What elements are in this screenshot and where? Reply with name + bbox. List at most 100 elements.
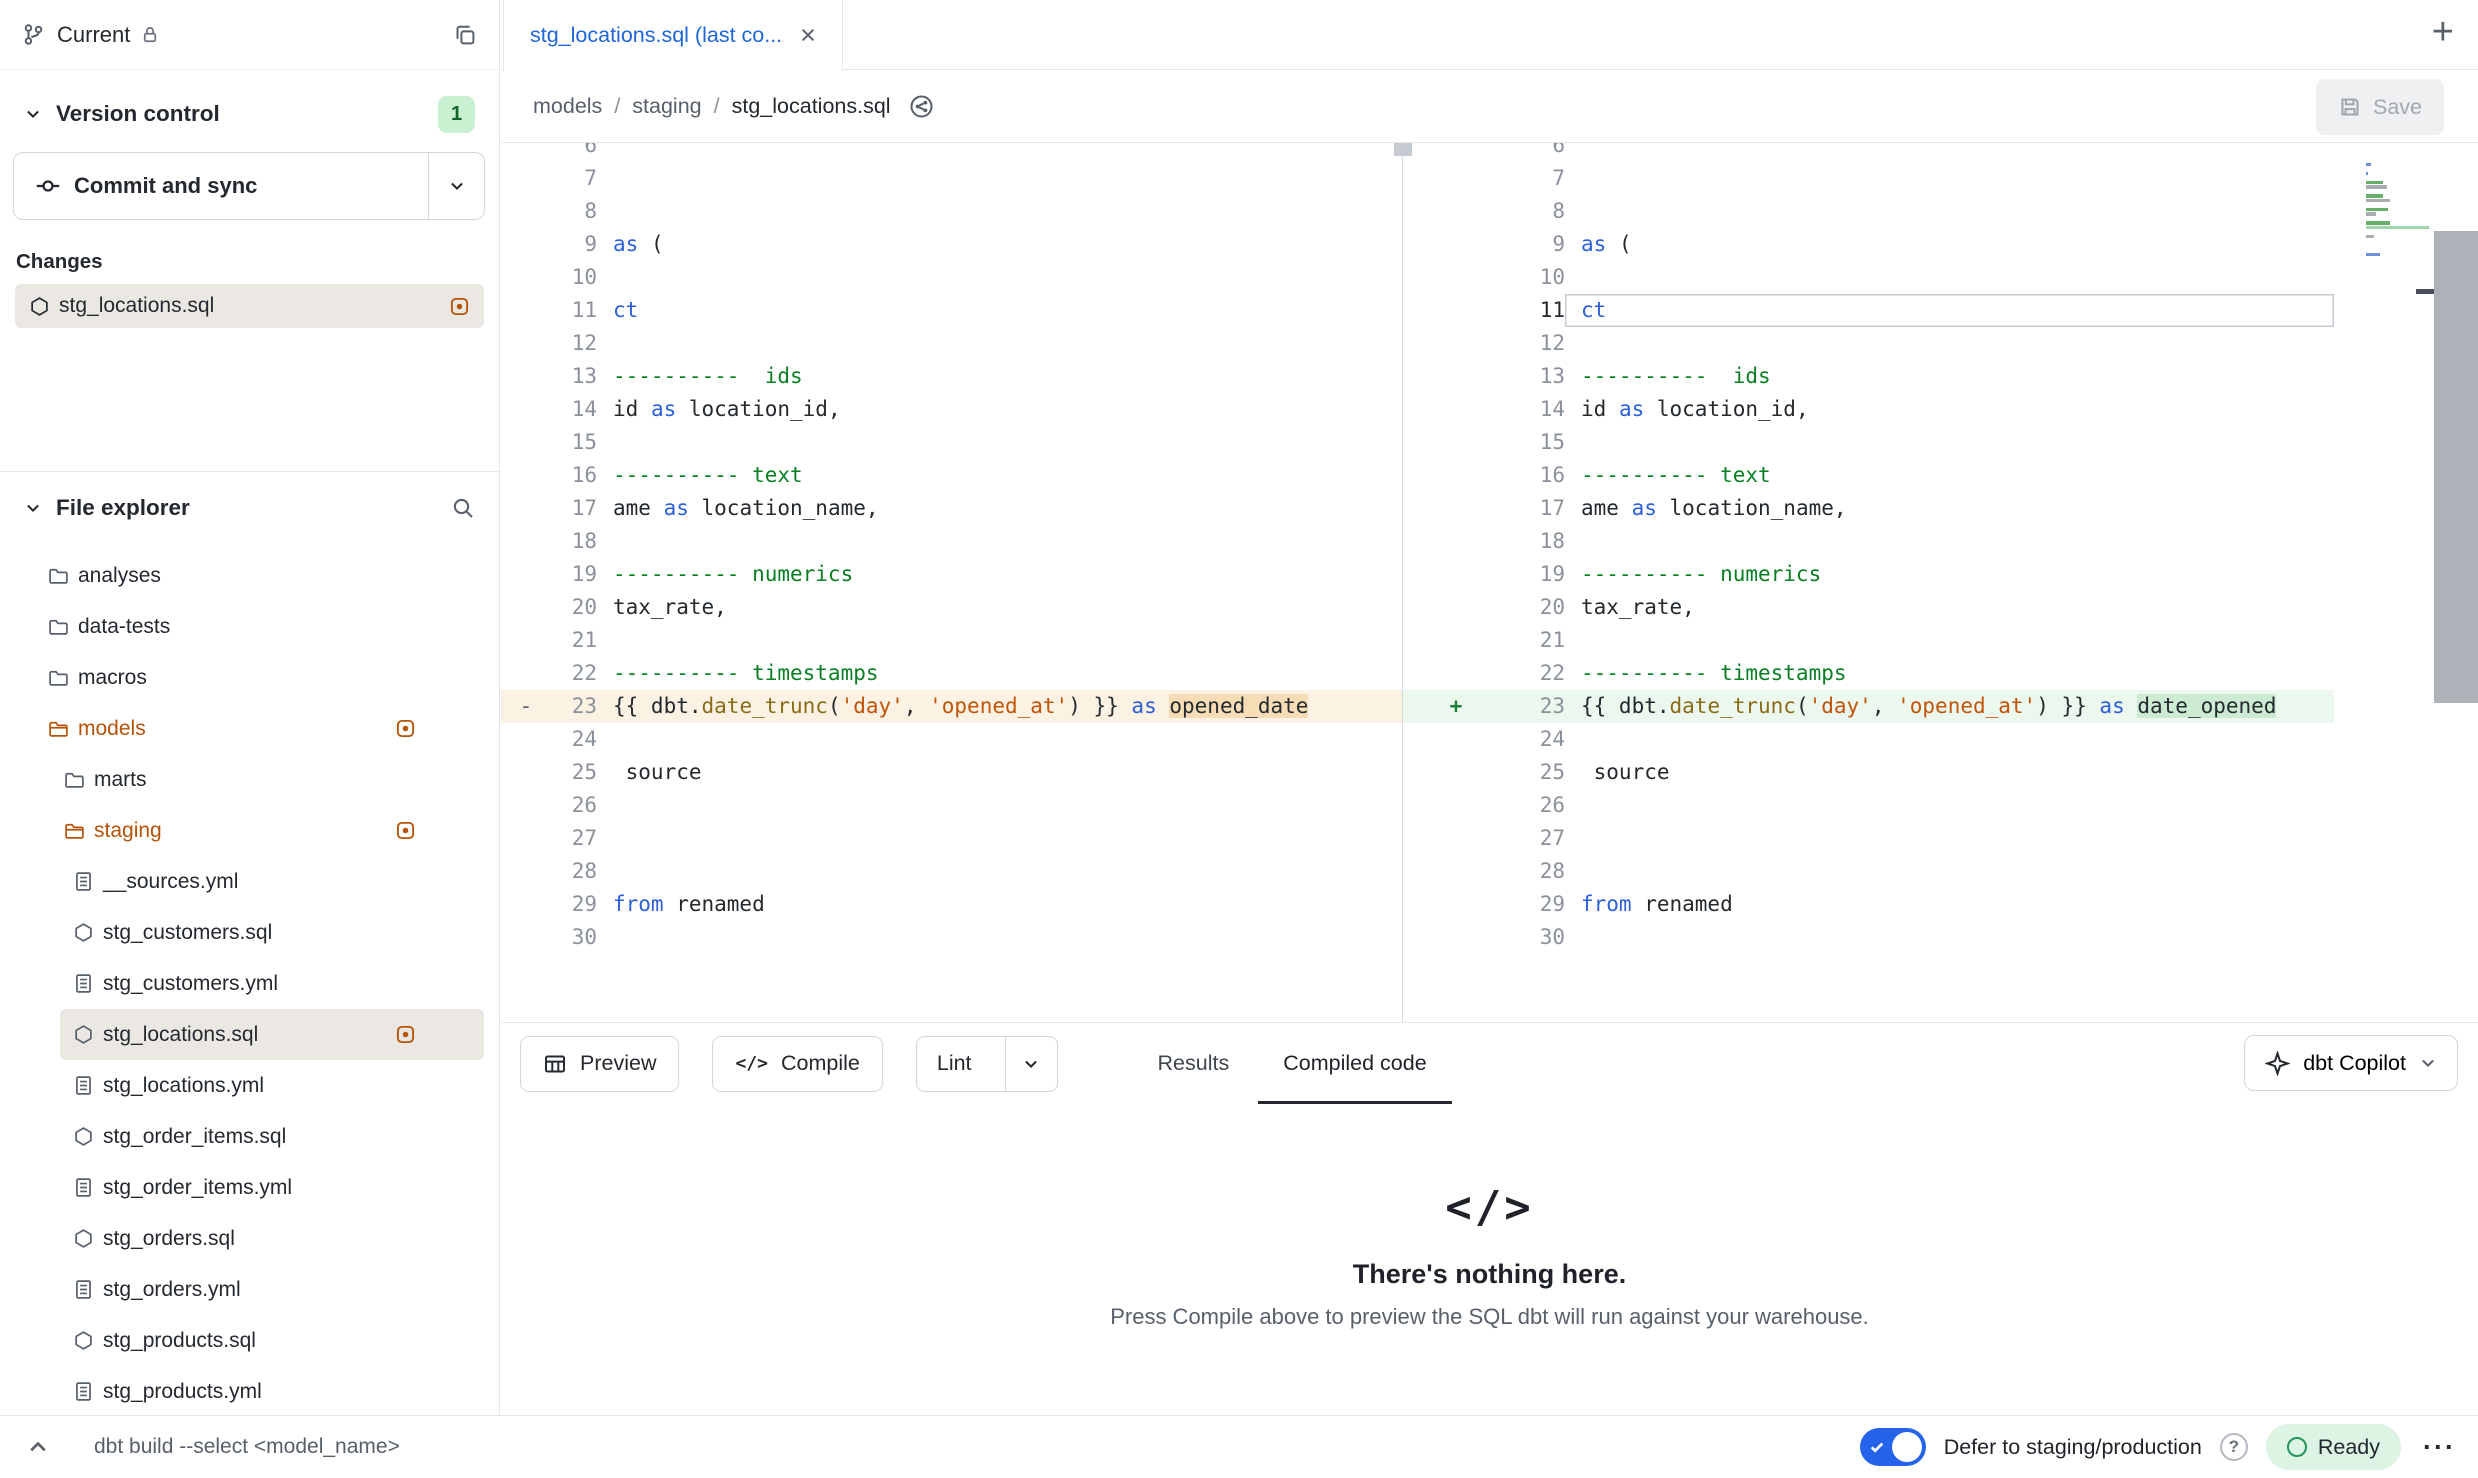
file-explorer-header[interactable]: File explorer [0, 480, 499, 536]
code-line[interactable]: 22---------- timestamps [1403, 657, 2334, 690]
save-button[interactable]: Save [2316, 79, 2444, 135]
code-line[interactable]: 27 [1403, 822, 2334, 855]
code-line[interactable]: 26 [501, 789, 1402, 822]
lint-button[interactable]: Lint [917, 1037, 992, 1091]
code-line[interactable]: 19---------- numerics [1403, 558, 2334, 591]
breadcrumb-item-models[interactable]: models [533, 94, 602, 119]
code-line[interactable]: 10 [1403, 261, 2334, 294]
code-line[interactable]: 10 [501, 261, 1402, 294]
file-explorer-item-analyses[interactable]: analyses [0, 550, 484, 601]
code-line[interactable]: 6 [1403, 143, 2334, 162]
help-icon[interactable]: ? [2220, 1433, 2248, 1461]
preview-button[interactable]: Preview [520, 1036, 679, 1092]
close-icon[interactable]: × [800, 22, 816, 49]
status-badge[interactable]: Ready [2266, 1424, 2401, 1470]
line-number: 14 [545, 393, 597, 426]
code-line[interactable]: 26 [1403, 789, 2334, 822]
tab-results[interactable]: Results [1131, 1023, 1257, 1104]
defer-toggle[interactable] [1860, 1428, 1926, 1466]
file-explorer-item-sources-yml[interactable]: __sources.yml [0, 856, 484, 907]
code-line[interactable]: 24 [501, 723, 1402, 756]
lint-options-dropdown[interactable] [1005, 1037, 1057, 1091]
code-line[interactable]: 17ame as location_name, [1403, 492, 2334, 525]
code-line[interactable]: 18 [501, 525, 1402, 558]
code-line[interactable]: 8 [1403, 195, 2334, 228]
search-icon[interactable] [451, 496, 475, 520]
file-explorer-item-stg-order-items-sql[interactable]: stg_order_items.sql [0, 1111, 484, 1162]
code-line[interactable]: 21 [501, 624, 1402, 657]
chevron-up-icon[interactable] [26, 1435, 50, 1459]
code-line[interactable]: 30 [501, 921, 1402, 954]
code-line[interactable]: 27 [501, 822, 1402, 855]
code-line[interactable]: 6 [501, 143, 1402, 162]
code-line[interactable]: 19---------- numerics [501, 558, 1402, 591]
code-line[interactable]: 14id as location_id, [501, 393, 1402, 426]
code-line[interactable]: 25 source [1403, 756, 2334, 789]
code-line[interactable]: 17ame as location_name, [501, 492, 1402, 525]
code-line[interactable]: 29from renamed [501, 888, 1402, 921]
code-line[interactable]: 7 [501, 162, 1402, 195]
minimap[interactable] [2366, 149, 2430, 262]
code-line[interactable]: 7 [1403, 162, 2334, 195]
file-explorer-item-stg-customers-sql[interactable]: stg_customers.sql [0, 907, 484, 958]
code-line[interactable]: 15 [1403, 426, 2334, 459]
code-line[interactable]: 11ct [501, 294, 1402, 327]
copy-branch-icon[interactable] [453, 23, 477, 47]
code-line[interactable]: 13---------- ids [501, 360, 1402, 393]
file-explorer-item-models[interactable]: models [0, 703, 484, 754]
line-number: 29 [1475, 888, 1565, 921]
code-line[interactable]: 28 [501, 855, 1402, 888]
file-explorer-item-stg-orders-yml[interactable]: stg_orders.yml [0, 1264, 484, 1315]
code-line[interactable]: 14id as location_id, [1403, 393, 2334, 426]
changed-file-item[interactable]: stg_locations.sql [15, 284, 484, 328]
code-line[interactable]: 12 [501, 327, 1402, 360]
breadcrumb-item-stg-locations-sql[interactable]: stg_locations.sql [732, 94, 891, 119]
file-explorer-item-stg-products-sql[interactable]: stg_products.sql [0, 1315, 484, 1366]
code-line[interactable]: 21 [1403, 624, 2334, 657]
file-explorer-item-staging[interactable]: staging [0, 805, 484, 856]
file-explorer-item-marts[interactable]: marts [0, 754, 484, 805]
file-explorer-item-stg-products-yml[interactable]: stg_products.yml [0, 1366, 484, 1415]
code-line[interactable]: 15 [501, 426, 1402, 459]
commit-and-sync-main[interactable]: Commit and sync [14, 153, 428, 219]
editor-scrollbar[interactable] [2434, 231, 2478, 703]
code-line[interactable]: 29from renamed [1403, 888, 2334, 921]
code-line[interactable]: 20tax_rate, [1403, 591, 2334, 624]
file-explorer-item-stg-orders-sql[interactable]: stg_orders.sql [0, 1213, 484, 1264]
code-line[interactable]: 13---------- ids [1403, 360, 2334, 393]
code-line[interactable]: 20tax_rate, [501, 591, 1402, 624]
code-line[interactable]: 30 [1403, 921, 2334, 954]
code-line[interactable]: 12 [1403, 327, 2334, 360]
code-line[interactable]: -23{{ dbt.date_trunc('day', 'opened_at')… [501, 690, 1402, 723]
version-control-header[interactable]: Version control 1 [0, 88, 499, 140]
code-line[interactable]: 28 [1403, 855, 2334, 888]
lineage-icon[interactable] [909, 94, 934, 119]
code-line[interactable]: 25 source [501, 756, 1402, 789]
file-explorer-item-stg-locations-sql[interactable]: stg_locations.sql [60, 1009, 484, 1060]
tab-compiled-code[interactable]: Compiled code [1256, 1023, 1453, 1104]
code-line[interactable]: 16---------- text [501, 459, 1402, 492]
code-line[interactable]: 24 [1403, 723, 2334, 756]
overflow-menu-icon[interactable]: ··· [2423, 1432, 2456, 1463]
file-explorer-item-stg-order-items-yml[interactable]: stg_order_items.yml [0, 1162, 484, 1213]
dbt-copilot-button[interactable]: dbt Copilot [2244, 1035, 2458, 1091]
code-line[interactable]: 11ct [1403, 294, 2334, 327]
code-line[interactable]: 9as ( [1403, 228, 2334, 261]
compile-button[interactable]: </> Compile [712, 1036, 882, 1092]
file-explorer-item-stg-locations-yml[interactable]: stg_locations.yml [0, 1060, 484, 1111]
split-sash-handle[interactable] [1394, 143, 1412, 156]
editor-tab[interactable]: stg_locations.sql (last co... × [503, 0, 843, 71]
code-line[interactable]: 18 [1403, 525, 2334, 558]
code-line[interactable]: 8 [501, 195, 1402, 228]
file-explorer-item-data-tests[interactable]: data-tests [0, 601, 484, 652]
code-line[interactable]: +23{{ dbt.date_trunc('day', 'opened_at')… [1403, 690, 2334, 723]
file-explorer-item-stg-customers-yml[interactable]: stg_customers.yml [0, 958, 484, 1009]
code-line[interactable]: 16---------- text [1403, 459, 2334, 492]
code-line[interactable]: 22---------- timestamps [501, 657, 1402, 690]
new-tab-button[interactable]: + [2432, 8, 2454, 57]
file-explorer-item-macros[interactable]: macros [0, 652, 484, 703]
breadcrumb-item-staging[interactable]: staging [632, 94, 701, 119]
code-line[interactable]: 9as ( [501, 228, 1402, 261]
commit-options-dropdown[interactable] [428, 153, 484, 219]
command-bar-text[interactable]: dbt build --select <model_name> [94, 1435, 400, 1459]
